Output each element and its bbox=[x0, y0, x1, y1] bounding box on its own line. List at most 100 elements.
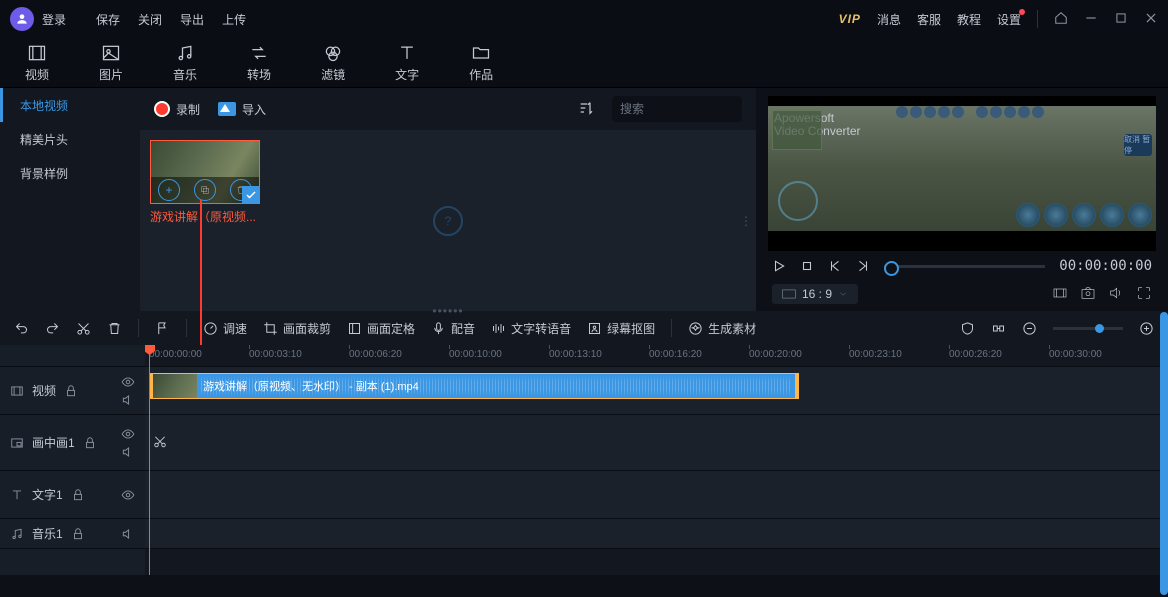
timeline: 视频 画中画1 文字1 音乐1 bbox=[0, 345, 1168, 575]
marker-icon[interactable] bbox=[155, 321, 170, 336]
search-box[interactable] bbox=[612, 96, 742, 122]
delete-icon[interactable] bbox=[107, 321, 122, 336]
speaker-icon[interactable] bbox=[121, 527, 135, 541]
panel-resize-handle[interactable]: ⋮ bbox=[740, 214, 752, 228]
time-ruler[interactable]: 00:00:00:00 00:00:03:10 00:00:06:20 00:0… bbox=[145, 345, 1168, 367]
sort-icon[interactable] bbox=[578, 100, 594, 119]
volume-icon[interactable] bbox=[1108, 285, 1124, 304]
snap-icon[interactable] bbox=[991, 321, 1006, 336]
tab-transition[interactable]: 转场 bbox=[247, 43, 271, 83]
crop-button[interactable]: 画面裁剪 bbox=[263, 320, 331, 337]
tab-projects[interactable]: 作品 bbox=[469, 43, 493, 83]
ruler-tick: 00:00:23:10 bbox=[849, 349, 902, 360]
tab-video[interactable]: 视频 bbox=[25, 43, 49, 83]
zoom-out-icon[interactable] bbox=[1022, 321, 1037, 336]
game-hero-bar bbox=[823, 106, 1116, 122]
track-head-music[interactable]: 音乐1 bbox=[0, 519, 145, 549]
sidebar-backgrounds[interactable]: 背景样例 bbox=[0, 156, 140, 190]
lock-icon[interactable] bbox=[71, 488, 85, 502]
record-button[interactable]: 录制 bbox=[154, 101, 200, 118]
track-head-video[interactable]: 视频 bbox=[0, 367, 145, 415]
track-text[interactable] bbox=[145, 471, 1168, 519]
home-icon[interactable] bbox=[1054, 11, 1068, 28]
tool-tabs: 视频 图片 音乐 转场 滤镜 文字 作品 bbox=[0, 38, 1168, 88]
player-controls: 00:00:00:00 bbox=[768, 251, 1156, 281]
speaker-icon[interactable] bbox=[121, 393, 135, 407]
track-music[interactable] bbox=[145, 519, 1168, 549]
prev-frame-icon[interactable] bbox=[828, 259, 842, 273]
tab-image[interactable]: 图片 bbox=[99, 43, 123, 83]
lock-icon[interactable] bbox=[83, 436, 97, 450]
check-icon bbox=[242, 186, 260, 204]
safe-zone-icon[interactable] bbox=[960, 321, 975, 336]
vip-badge[interactable]: VIP bbox=[839, 12, 861, 26]
zoom-slider[interactable] bbox=[1053, 327, 1123, 330]
record-icon bbox=[154, 101, 170, 117]
video-clip[interactable]: 游戏讲解（原视频、无水印） - 副本 (1).mp4 bbox=[149, 373, 799, 399]
cut-icon[interactable] bbox=[76, 321, 91, 336]
eye-icon[interactable] bbox=[121, 375, 135, 389]
sidebar-local-video[interactable]: 本地视频 bbox=[0, 88, 140, 122]
clip-icon[interactable] bbox=[1052, 285, 1068, 304]
preview-tools: 16 : 9 bbox=[768, 281, 1156, 311]
freeze-button[interactable]: 画面定格 bbox=[347, 320, 415, 337]
minimize-icon[interactable] bbox=[1084, 11, 1098, 28]
media-panel: 录制 导入 + 游戏讲解（原视频... ? bbox=[140, 88, 756, 311]
dub-button[interactable]: 配音 bbox=[431, 320, 475, 337]
play-icon[interactable] bbox=[772, 259, 786, 273]
thumbnail-label: 游戏讲解（原视频... bbox=[150, 208, 260, 225]
speaker-icon[interactable] bbox=[121, 445, 135, 459]
progress-slider[interactable] bbox=[884, 265, 1045, 268]
redo-icon[interactable] bbox=[45, 321, 60, 336]
media-thumbnail[interactable]: + bbox=[150, 140, 260, 204]
ruler-tick: 00:00:30:00 bbox=[1049, 349, 1102, 360]
tab-music[interactable]: 音乐 bbox=[173, 43, 197, 83]
undo-icon[interactable] bbox=[14, 321, 29, 336]
fullscreen-icon[interactable] bbox=[1136, 285, 1152, 304]
scissor-icon[interactable] bbox=[153, 434, 167, 451]
generate-button[interactable]: 生成素材 bbox=[688, 320, 756, 337]
eye-icon[interactable] bbox=[121, 488, 135, 502]
thumb-copy-icon[interactable] bbox=[194, 179, 216, 201]
lock-icon[interactable] bbox=[64, 384, 78, 398]
ruler-tick: 00:00:13:10 bbox=[549, 349, 602, 360]
snapshot-icon[interactable] bbox=[1080, 285, 1096, 304]
game-pause-label: 取消 暂停 bbox=[1124, 134, 1152, 156]
tracks-area[interactable]: 00:00:00:00 00:00:03:10 00:00:06:20 00:0… bbox=[145, 345, 1168, 575]
next-frame-icon[interactable] bbox=[856, 259, 870, 273]
video-preview[interactable]: ApowersoftVideo Converter 取消 暂停 bbox=[768, 96, 1156, 251]
track-pip[interactable] bbox=[145, 415, 1168, 471]
menu-close[interactable]: 关闭 bbox=[138, 11, 162, 28]
cutout-button[interactable]: 绿幕抠图 bbox=[587, 320, 655, 337]
panel-grip[interactable]: •••••• bbox=[432, 304, 463, 318]
playhead[interactable] bbox=[149, 345, 150, 575]
import-button[interactable]: 导入 bbox=[218, 101, 266, 118]
menu-settings[interactable]: 设置 bbox=[997, 11, 1021, 28]
stop-icon[interactable] bbox=[800, 259, 814, 273]
track-video[interactable]: 游戏讲解（原视频、无水印） - 副本 (1).mp4 bbox=[145, 367, 1168, 415]
tab-filter[interactable]: 滤镜 bbox=[321, 43, 345, 83]
file-menu: 保存 关闭 导出 上传 bbox=[96, 11, 246, 28]
track-head-pip[interactable]: 画中画1 bbox=[0, 415, 145, 471]
close-icon[interactable] bbox=[1144, 11, 1158, 28]
menu-save[interactable]: 保存 bbox=[96, 11, 120, 28]
speed-button[interactable]: 调速 bbox=[203, 320, 247, 337]
lock-icon[interactable] bbox=[71, 527, 85, 541]
menu-tutorial[interactable]: 教程 bbox=[957, 11, 981, 28]
aspect-ratio-select[interactable]: 16 : 9 bbox=[772, 284, 858, 304]
zoom-in-icon[interactable] bbox=[1139, 321, 1154, 336]
maximize-icon[interactable] bbox=[1114, 11, 1128, 28]
track-head-text[interactable]: 文字1 bbox=[0, 471, 145, 519]
vertical-scrollbar[interactable] bbox=[1160, 312, 1168, 595]
menu-messages[interactable]: 消息 bbox=[877, 11, 901, 28]
menu-export[interactable]: 导出 bbox=[180, 11, 204, 28]
eye-icon[interactable] bbox=[121, 427, 135, 441]
thumb-add-icon[interactable]: + bbox=[158, 179, 180, 201]
search-input[interactable] bbox=[620, 102, 775, 116]
menu-support[interactable]: 客服 bbox=[917, 11, 941, 28]
sidebar-intros[interactable]: 精美片头 bbox=[0, 122, 140, 156]
menu-upload[interactable]: 上传 bbox=[222, 11, 246, 28]
tts-button[interactable]: 文字转语音 bbox=[491, 320, 571, 337]
login-button[interactable]: 登录 bbox=[42, 11, 66, 28]
tab-text[interactable]: 文字 bbox=[395, 43, 419, 83]
